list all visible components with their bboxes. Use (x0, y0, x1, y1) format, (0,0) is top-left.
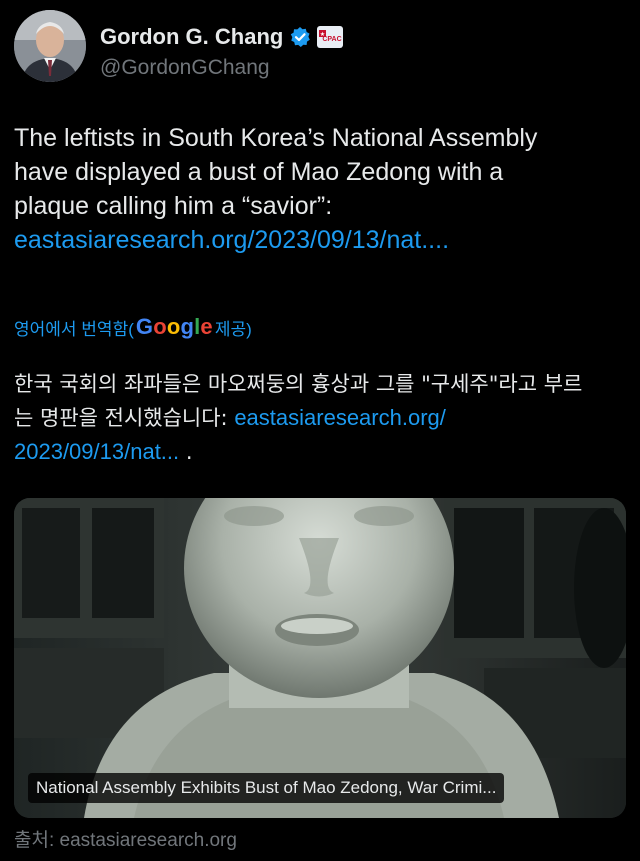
tweet-text-line: have displayed a bust of Mao Zedong with… (14, 158, 504, 186)
card-caption: National Assembly Exhibits Bust of Mao Z… (28, 773, 505, 803)
translated-trail: . (179, 440, 193, 464)
translated-link-cont[interactable]: 2023/09/13/nat... (14, 439, 179, 464)
bust-photo (14, 498, 626, 818)
translation-suffix: 제공) (214, 319, 252, 339)
verified-badge-icon (289, 26, 311, 48)
link-card[interactable]: National Assembly Exhibits Bust of Mao Z… (14, 498, 626, 818)
translated-line: 한국 국회의 좌파들은 마오쩌둥의 흉상과 그를 "구세주"라고 부르 (14, 372, 583, 396)
google-logo: Google (135, 314, 213, 339)
translated-by-google[interactable]: 영어에서 번역함( Google 제공) (14, 314, 252, 340)
tweet-header: Gordon G. Chang ★ CPAC @GordonGChang (14, 10, 626, 82)
author-name-row: Gordon G. Chang ★ CPAC (100, 24, 344, 50)
author-name[interactable]: Gordon G. Chang (100, 24, 283, 50)
author-handle[interactable]: @GordonGChang (100, 56, 270, 80)
tweet-text: The leftists in South Korea’s National A… (14, 121, 626, 257)
badge-label: CPAC (323, 36, 342, 43)
translated-link[interactable]: eastasiaresearch.org/ (234, 405, 446, 430)
translated-text: 한국 국회의 좌파들은 마오쩌둥의 흉상과 그를 "구세주"라고 부르 는 명판… (14, 367, 626, 469)
avatar[interactable] (14, 10, 86, 82)
affiliate-badge-icon[interactable]: ★ CPAC (317, 26, 344, 48)
tweet-text-line: The leftists in South Korea’s National A… (14, 124, 538, 152)
translated-line: 는 명판을 전시했습니다: (14, 406, 235, 430)
tweet-text-line: plaque calling him a “savior”: (14, 192, 333, 220)
tweet-link[interactable]: eastasiaresearch.org/2023/09/13/nat.... (14, 226, 449, 254)
translation-prefix: 영어에서 번역함( (14, 319, 134, 339)
card-source[interactable]: 출처: eastasiaresearch.org (14, 825, 237, 852)
